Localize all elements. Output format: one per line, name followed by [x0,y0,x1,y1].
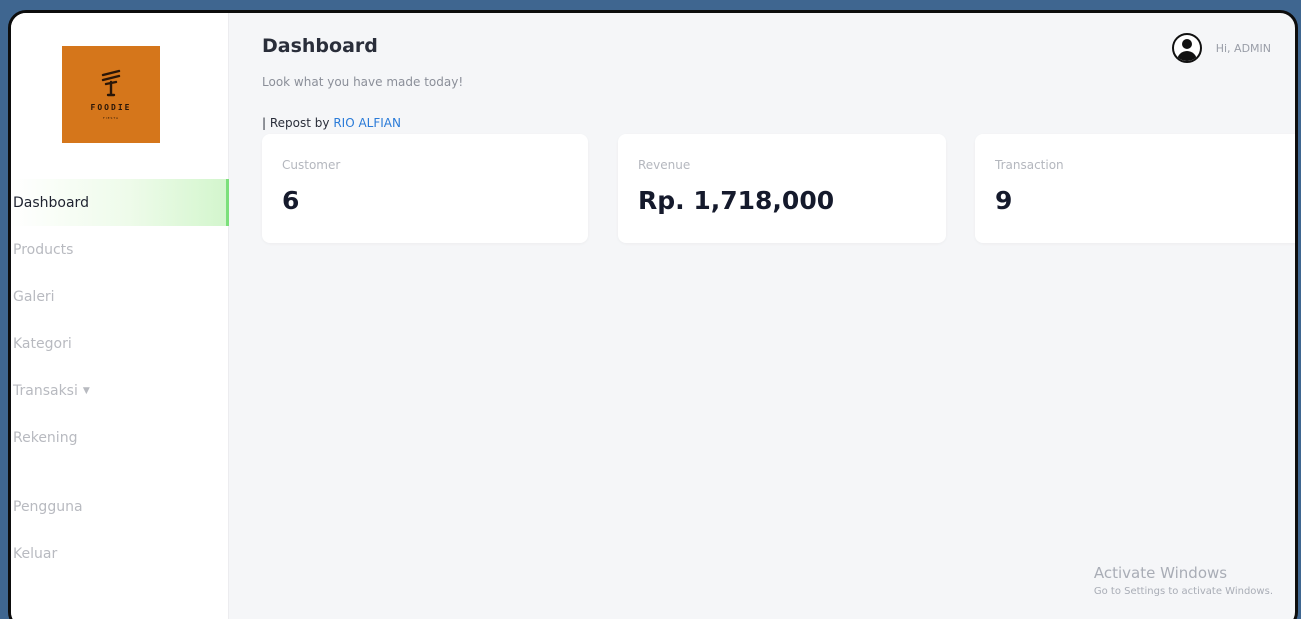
watermark-title: Activate Windows [1093,564,1228,582]
brand-tagline: FIESTA [102,116,120,120]
stat-card-revenue: Revenue Rp. 1,718,000 [618,134,946,243]
brand-logo[interactable]: FOODIE FIESTA [62,46,160,143]
sidebar-item-label: Rekening [13,429,78,446]
sidebar-nav: Dashboard Products Galeri Kategori Trans… [11,179,229,577]
user-circle-icon[interactable] [1171,33,1202,63]
sidebar-item-galeri[interactable]: Galeri [11,273,229,320]
repost-prefix: | Repost by [262,116,330,130]
sidebar-item-rekening[interactable]: Rekening [11,414,229,461]
sidebar-item-keluar[interactable]: Keluar [11,530,229,577]
caret-down-icon: ▼ [82,385,90,396]
watermark-subtitle: Go to Settings to activate Windows. [1093,586,1273,597]
stat-card-customer: Customer 6 [262,134,588,243]
app-window: FOODIE FIESTA Dashboard Products Galeri … [8,10,1298,619]
repost-credit: | Repost by RIO ALFIAN [262,116,401,130]
sidebar: FOODIE FIESTA Dashboard Products Galeri … [11,13,229,619]
sidebar-item-label: Kategori [13,335,72,352]
user-greeting: Hi, ADMIN [1215,41,1271,55]
stat-label: Transaction [995,158,1064,172]
stat-value: Rp. 1,718,000 [638,186,835,215]
sidebar-item-label: Galeri [13,288,55,305]
sidebar-item-label: Transaksi [13,382,78,399]
sidebar-item-pengguna[interactable]: Pengguna [11,483,229,530]
activation-watermark: Activate Windows Go to Settings to activ… [1094,564,1273,597]
sidebar-item-dashboard[interactable]: Dashboard [11,179,229,226]
brand-name: FOODIE [90,103,132,112]
sidebar-item-label: Products [13,241,74,258]
page-subtitle: Look what you have made today! [262,75,464,89]
sidebar-item-label: Dashboard [13,194,89,211]
user-menu[interactable]: Hi, ADMIN [1171,33,1271,63]
stat-value: 9 [995,186,1013,215]
sidebar-item-label: Keluar [13,545,58,562]
sidebar-item-label: Pengguna [13,498,83,515]
stat-value: 6 [282,186,300,215]
repost-author: RIO ALFIAN [333,116,401,130]
sidebar-item-kategori[interactable]: Kategori [11,320,229,367]
foodie-logo-icon [100,69,122,97]
stat-card-transaction: Transaction 9 [975,134,1295,243]
sidebar-item-transaksi[interactable]: Transaksi ▼ [11,367,229,414]
stat-label: Revenue [638,158,691,172]
stat-label: Customer [282,158,341,172]
sidebar-item-products[interactable]: Products [11,226,229,273]
main-content: Dashboard Look what you have made today!… [230,13,1295,619]
page-title: Dashboard [262,35,378,57]
